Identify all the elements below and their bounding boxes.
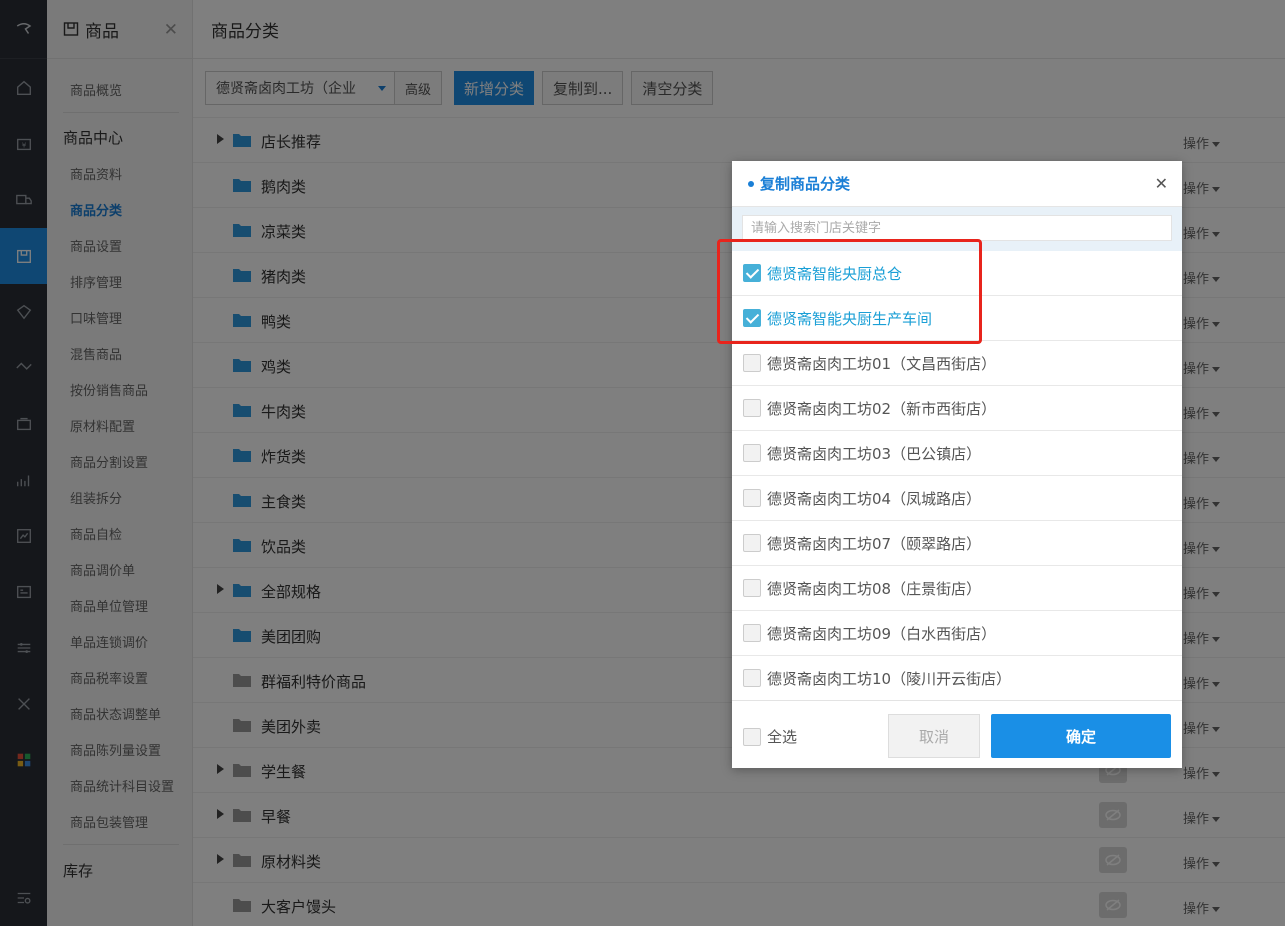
confirm-button[interactable]: 确定 (991, 714, 1171, 758)
select-all[interactable]: 全选 (743, 726, 797, 747)
cancel-button[interactable]: 取消 (888, 714, 980, 758)
store-name: 德贤斋卤肉工坊09（白水西街店） (767, 624, 997, 643)
select-all-label: 全选 (767, 728, 798, 746)
store-name: 德贤斋卤肉工坊01（文昌西街店） (767, 354, 997, 373)
store-checkbox[interactable] (743, 399, 761, 417)
store-option[interactable]: 德贤斋卤肉工坊04（凤城路店） (732, 476, 1182, 521)
dialog-title: 复制商品分类 (760, 175, 851, 193)
select-all-checkbox[interactable] (743, 727, 761, 746)
store-name: 德贤斋卤肉工坊04（凤城路店） (767, 489, 982, 508)
store-option[interactable]: 德贤斋卤肉工坊09（白水西街店） (732, 611, 1182, 656)
store-option[interactable]: 德贤斋卤肉工坊02（新市西街店） (732, 386, 1182, 431)
store-option[interactable]: 德贤斋卤肉工坊07（颐翠路店） (732, 521, 1182, 566)
dialog-footer: 全选 取消 确定 (732, 700, 1182, 768)
annotation-highlight-box (717, 239, 982, 344)
store-search-input[interactable] (742, 215, 1172, 241)
store-name: 德贤斋卤肉工坊02（新市西街店） (767, 399, 997, 418)
dialog-header: 复制商品分类 ✕ (732, 161, 1182, 207)
store-name: 德贤斋卤肉工坊07（颐翠路店） (767, 534, 982, 553)
store-name: 德贤斋卤肉工坊08（庄景街店） (767, 579, 982, 598)
bullet-icon (748, 180, 754, 187)
store-checkbox[interactable] (743, 444, 761, 462)
store-option[interactable]: 德贤斋卤肉工坊08（庄景街店） (732, 566, 1182, 611)
store-checkbox[interactable] (743, 354, 761, 372)
store-option[interactable]: 德贤斋卤肉工坊03（巴公镇店） (732, 431, 1182, 476)
close-icon[interactable]: ✕ (1155, 174, 1168, 193)
store-checkbox[interactable] (743, 534, 761, 552)
store-option[interactable]: 德贤斋卤肉工坊01（文昌西街店） (732, 341, 1182, 386)
store-checkbox[interactable] (743, 669, 761, 687)
store-name: 德贤斋卤肉工坊03（巴公镇店） (767, 444, 982, 463)
store-checkbox[interactable] (743, 579, 761, 597)
store-checkbox[interactable] (743, 624, 761, 642)
store-checkbox[interactable] (743, 489, 761, 507)
store-name: 德贤斋卤肉工坊10（陵川开云街店） (767, 669, 1012, 688)
store-option[interactable]: 德贤斋卤肉工坊10（陵川开云街店） (732, 656, 1182, 701)
